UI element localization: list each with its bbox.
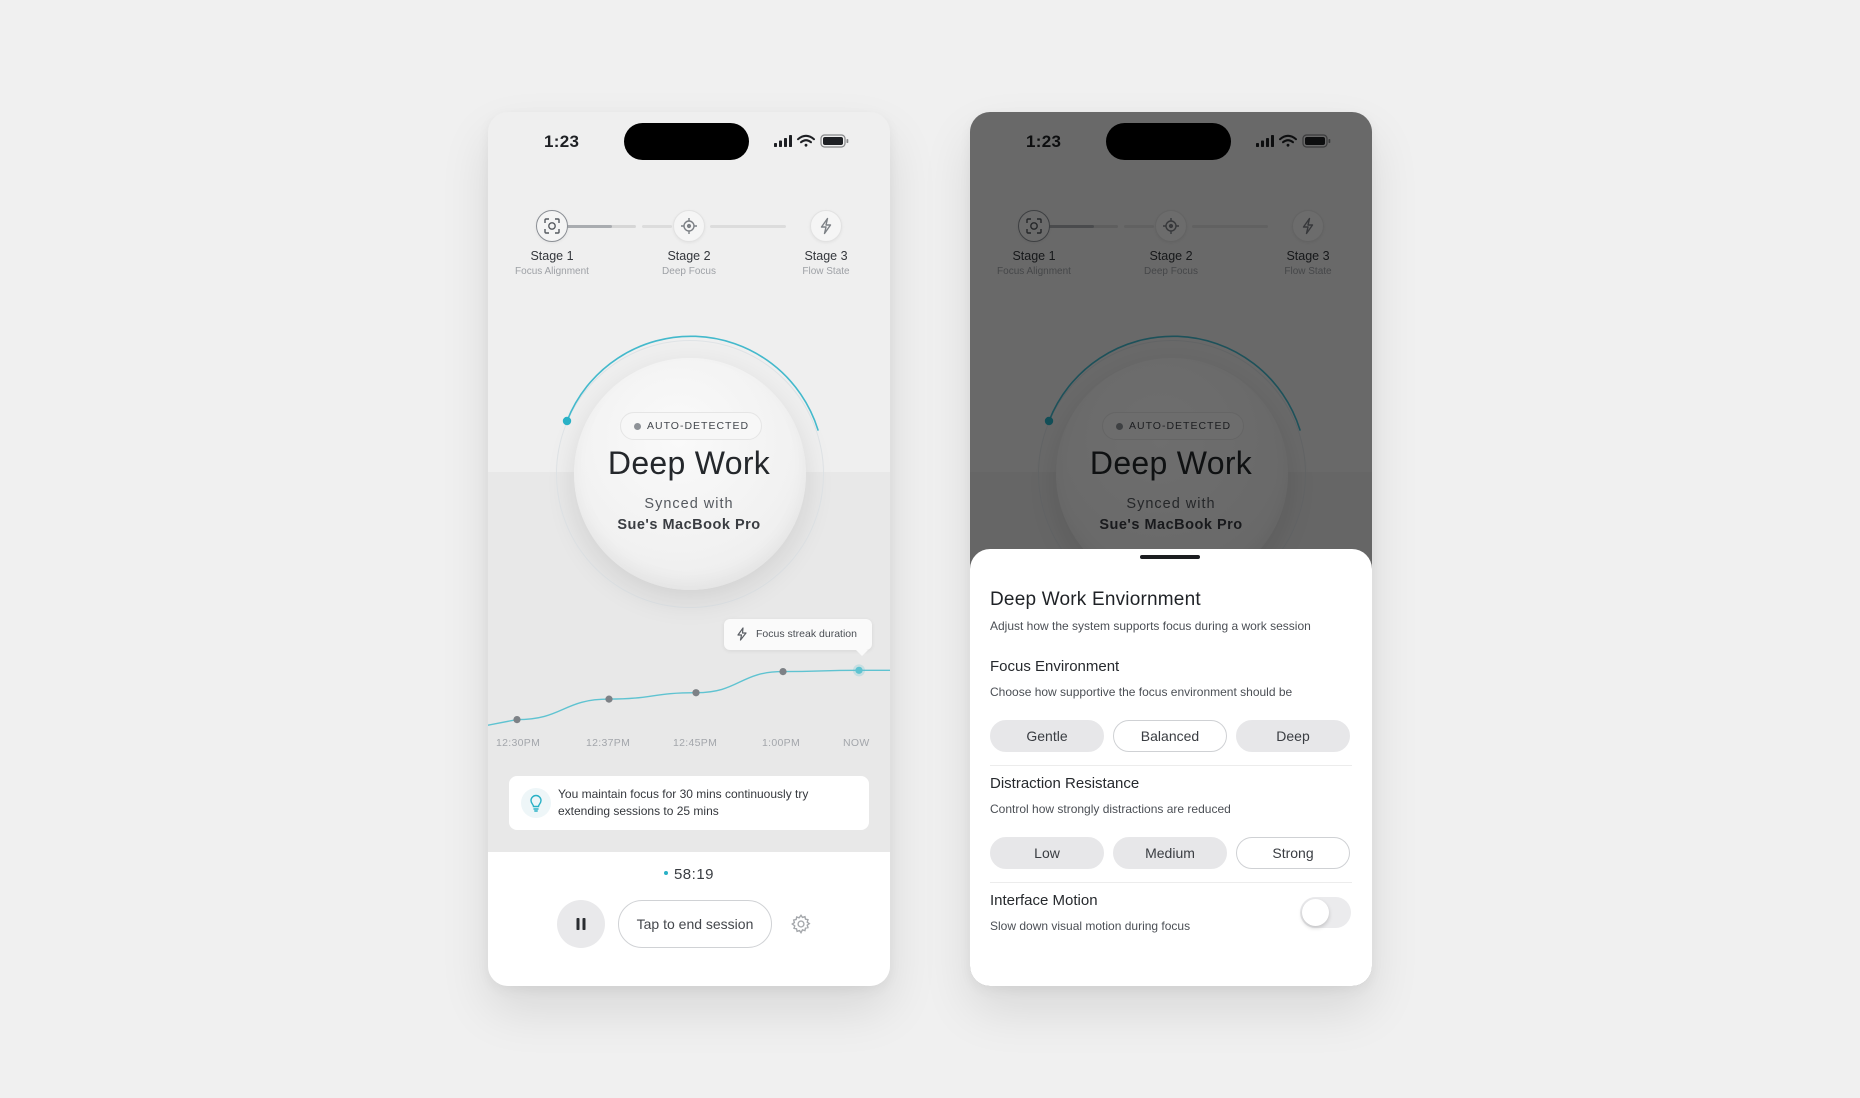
focus-progress-arc — [562, 335, 819, 431]
lightbulb-icon — [521, 788, 551, 818]
auto-detected-badge: AUTO-DETECTED — [620, 412, 763, 440]
divider — [990, 882, 1352, 883]
chart-point[interactable] — [855, 666, 863, 674]
tooltip-label: Focus streak duration — [756, 628, 857, 640]
focus-environment-title: Focus Environment — [990, 658, 1120, 675]
option-balanced[interactable]: Balanced — [1113, 720, 1227, 752]
toggle-knob — [1302, 899, 1329, 926]
x-axis-label: 1:00PM — [762, 737, 800, 749]
chart-point[interactable] — [692, 689, 700, 697]
option-deep[interactable]: Deep — [1236, 720, 1350, 752]
status-dot-icon — [634, 423, 641, 430]
session-timer: 58:19 — [488, 866, 890, 883]
option-medium[interactable]: Medium — [1113, 837, 1227, 869]
chart-point[interactable] — [779, 668, 787, 676]
environment-sheet: Deep Work Enviornment Adjust how the sys… — [970, 549, 1372, 986]
end-session-button[interactable]: Tap to end session — [618, 900, 772, 948]
interface-motion-toggle[interactable] — [1300, 897, 1351, 928]
option-gentle[interactable]: Gentle — [990, 720, 1104, 752]
chart-point[interactable] — [605, 695, 613, 703]
phone-environment-settings: 1:23 — [970, 112, 1372, 986]
x-axis-label: 12:45PM — [673, 737, 718, 749]
session-controls: 58:19 Tap to end session — [488, 852, 890, 986]
badge-label: AUTO-DETECTED — [647, 420, 750, 432]
synced-device: Sue's MacBook Pro — [617, 517, 761, 533]
insight-text: You maintain focus for 30 mins continuou… — [558, 787, 809, 818]
gear-icon[interactable] — [790, 913, 812, 935]
timer-value: 58:19 — [673, 866, 715, 883]
option-low[interactable]: Low — [990, 837, 1104, 869]
focus-mode-title: Deep Work — [607, 445, 771, 481]
chart-point[interactable] — [513, 716, 521, 724]
interface-motion-title: Interface Motion — [990, 892, 1098, 909]
sheet-drag-handle[interactable] — [1140, 555, 1200, 559]
distraction-resistance-subtitle: Control how strongly distractions are re… — [990, 802, 1231, 816]
chart-tooltip: Focus streak duration — [724, 619, 872, 656]
streak-line — [488, 669, 890, 726]
live-dot-icon — [663, 871, 668, 876]
pause-button[interactable] — [557, 900, 605, 948]
x-axis-label: 12:37PM — [586, 737, 631, 749]
phone-focus-session: 1:23 Stage 1 Focus Alignment Stage 2 Dee… — [488, 112, 890, 986]
progress-marker — [562, 416, 572, 426]
insight-card: You maintain focus for 30 mins continuou… — [509, 776, 869, 830]
divider — [990, 765, 1352, 766]
focus-environment-subtitle: Choose how supportive the focus environm… — [990, 685, 1293, 699]
distraction-resistance-title: Distraction Resistance — [990, 775, 1140, 792]
sheet-title: Deep Work Enviornment — [990, 589, 1201, 610]
synced-label: Synced with — [644, 496, 734, 512]
x-axis-label: 12:30PM — [496, 737, 541, 749]
lightning-icon — [737, 627, 747, 641]
x-axis-label: NOW — [843, 737, 870, 749]
sheet-subtitle: Adjust how the system supports focus dur… — [990, 619, 1311, 633]
pause-icon — [576, 918, 586, 930]
interface-motion-subtitle: Slow down visual motion during focus — [990, 919, 1191, 933]
option-strong[interactable]: Strong — [1236, 837, 1350, 869]
focus-streak-chart — [488, 664, 890, 726]
